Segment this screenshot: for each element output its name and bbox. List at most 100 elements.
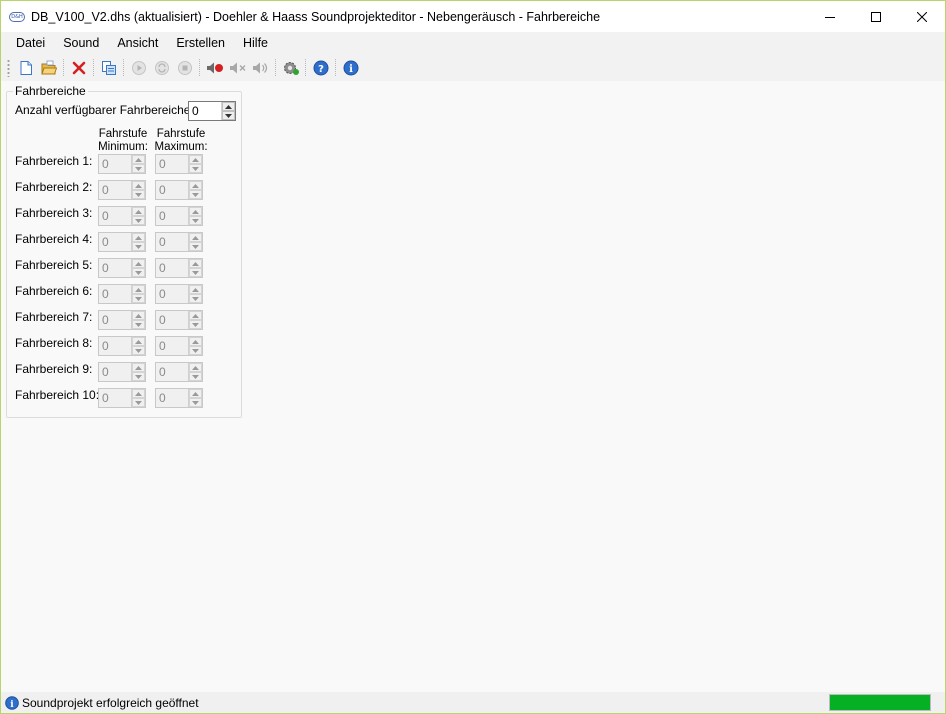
- range-min-stepper-up-button[interactable]: [132, 233, 145, 242]
- range-min-stepper-value[interactable]: 0: [99, 363, 131, 381]
- copy-button[interactable]: [97, 57, 120, 79]
- speaker-mute-button[interactable]: [226, 57, 249, 79]
- range-min-stepper-down-button[interactable]: [132, 294, 145, 303]
- range-min-stepper-value[interactable]: 0: [99, 233, 131, 251]
- range-min-stepper-up-button[interactable]: [132, 389, 145, 398]
- loop-button[interactable]: [150, 57, 173, 79]
- menu-datei[interactable]: Datei: [7, 32, 54, 55]
- minimize-button[interactable]: [807, 1, 853, 32]
- range-min-stepper[interactable]: 0: [98, 336, 146, 356]
- range-min-stepper-value[interactable]: 0: [99, 207, 131, 225]
- menu-ansicht[interactable]: Ansicht: [108, 32, 167, 55]
- range-max-stepper-down-button[interactable]: [189, 190, 202, 199]
- count-up-button[interactable]: [222, 102, 235, 111]
- range-max-stepper-up-button[interactable]: [189, 181, 202, 190]
- range-min-stepper-up-button[interactable]: [132, 155, 145, 164]
- range-max-stepper-up-button[interactable]: [189, 207, 202, 216]
- range-min-stepper-up-button[interactable]: [132, 311, 145, 320]
- menu-hilfe[interactable]: Hilfe: [234, 32, 277, 55]
- range-min-stepper[interactable]: 0: [98, 310, 146, 330]
- range-max-stepper-down-button[interactable]: [189, 216, 202, 225]
- range-min-stepper-down-button[interactable]: [132, 164, 145, 173]
- range-max-stepper-value[interactable]: 0: [156, 337, 188, 355]
- title-bar[interactable]: D&H DB_V100_V2.dhs (aktualisiert) - Doeh…: [1, 1, 945, 32]
- toolbar-grip[interactable]: [7, 59, 10, 77]
- range-min-stepper-up-button[interactable]: [132, 207, 145, 216]
- range-max-stepper[interactable]: 0: [155, 336, 203, 356]
- range-max-stepper-down-button[interactable]: [189, 372, 202, 381]
- range-min-stepper-down-button[interactable]: [132, 346, 145, 355]
- count-value[interactable]: 0: [189, 102, 221, 120]
- range-min-stepper-up-button[interactable]: [132, 363, 145, 372]
- range-min-stepper-up-button[interactable]: [132, 285, 145, 294]
- new-button[interactable]: [14, 57, 37, 79]
- range-max-stepper-down-button[interactable]: [189, 320, 202, 329]
- range-min-stepper-down-button[interactable]: [132, 372, 145, 381]
- range-max-stepper[interactable]: 0: [155, 388, 203, 408]
- range-max-stepper[interactable]: 0: [155, 232, 203, 252]
- speaker-record-button[interactable]: [203, 57, 226, 79]
- menu-sound[interactable]: Sound: [54, 32, 108, 55]
- range-min-stepper-value[interactable]: 0: [99, 337, 131, 355]
- range-max-stepper-down-button[interactable]: [189, 164, 202, 173]
- info-button[interactable]: i: [339, 57, 362, 79]
- range-min-stepper-down-button[interactable]: [132, 320, 145, 329]
- range-min-stepper[interactable]: 0: [98, 258, 146, 278]
- range-min-stepper-value[interactable]: 0: [99, 389, 131, 407]
- range-max-stepper-down-button[interactable]: [189, 242, 202, 251]
- range-max-stepper[interactable]: 0: [155, 362, 203, 382]
- close-button[interactable]: [899, 1, 945, 32]
- range-min-stepper-value[interactable]: 0: [99, 311, 131, 329]
- range-max-stepper-value[interactable]: 0: [156, 181, 188, 199]
- count-stepper[interactable]: 0: [188, 101, 236, 121]
- range-max-stepper[interactable]: 0: [155, 258, 203, 278]
- range-min-stepper[interactable]: 0: [98, 284, 146, 304]
- range-max-stepper-down-button[interactable]: [189, 346, 202, 355]
- range-max-stepper-up-button[interactable]: [189, 285, 202, 294]
- speaker-button[interactable]: [249, 57, 272, 79]
- range-min-stepper-value[interactable]: 0: [99, 259, 131, 277]
- range-max-stepper-down-button[interactable]: [189, 398, 202, 407]
- range-max-stepper-up-button[interactable]: [189, 259, 202, 268]
- range-max-stepper-down-button[interactable]: [189, 294, 202, 303]
- range-min-stepper-up-button[interactable]: [132, 181, 145, 190]
- range-min-stepper[interactable]: 0: [98, 232, 146, 252]
- range-max-stepper-value[interactable]: 0: [156, 389, 188, 407]
- range-max-stepper[interactable]: 0: [155, 154, 203, 174]
- range-max-stepper-up-button[interactable]: [189, 337, 202, 346]
- range-max-stepper-value[interactable]: 0: [156, 311, 188, 329]
- range-min-stepper-up-button[interactable]: [132, 259, 145, 268]
- range-max-stepper-value[interactable]: 0: [156, 363, 188, 381]
- range-min-stepper-down-button[interactable]: [132, 216, 145, 225]
- count-down-button[interactable]: [222, 111, 235, 120]
- range-min-stepper[interactable]: 0: [98, 362, 146, 382]
- range-min-stepper[interactable]: 0: [98, 154, 146, 174]
- menu-erstellen[interactable]: Erstellen: [167, 32, 234, 55]
- stop-button[interactable]: [173, 57, 196, 79]
- range-max-stepper[interactable]: 0: [155, 310, 203, 330]
- range-min-stepper-value[interactable]: 0: [99, 155, 131, 173]
- range-min-stepper[interactable]: 0: [98, 180, 146, 200]
- range-max-stepper-up-button[interactable]: [189, 233, 202, 242]
- delete-button[interactable]: [67, 57, 90, 79]
- settings-button[interactable]: [279, 57, 302, 79]
- range-max-stepper-value[interactable]: 0: [156, 259, 188, 277]
- range-max-stepper[interactable]: 0: [155, 180, 203, 200]
- range-max-stepper-value[interactable]: 0: [156, 207, 188, 225]
- play-button[interactable]: [127, 57, 150, 79]
- range-min-stepper-value[interactable]: 0: [99, 181, 131, 199]
- open-button[interactable]: [37, 57, 60, 79]
- range-max-stepper-value[interactable]: 0: [156, 155, 188, 173]
- range-min-stepper-value[interactable]: 0: [99, 285, 131, 303]
- range-min-stepper-down-button[interactable]: [132, 242, 145, 251]
- range-min-stepper-down-button[interactable]: [132, 190, 145, 199]
- range-min-stepper-up-button[interactable]: [132, 337, 145, 346]
- range-max-stepper-up-button[interactable]: [189, 389, 202, 398]
- range-max-stepper-down-button[interactable]: [189, 268, 202, 277]
- range-max-stepper-value[interactable]: 0: [156, 233, 188, 251]
- range-min-stepper-down-button[interactable]: [132, 268, 145, 277]
- range-min-stepper-down-button[interactable]: [132, 398, 145, 407]
- maximize-button[interactable]: [853, 1, 899, 32]
- help-button[interactable]: ?: [309, 57, 332, 79]
- range-min-stepper[interactable]: 0: [98, 206, 146, 226]
